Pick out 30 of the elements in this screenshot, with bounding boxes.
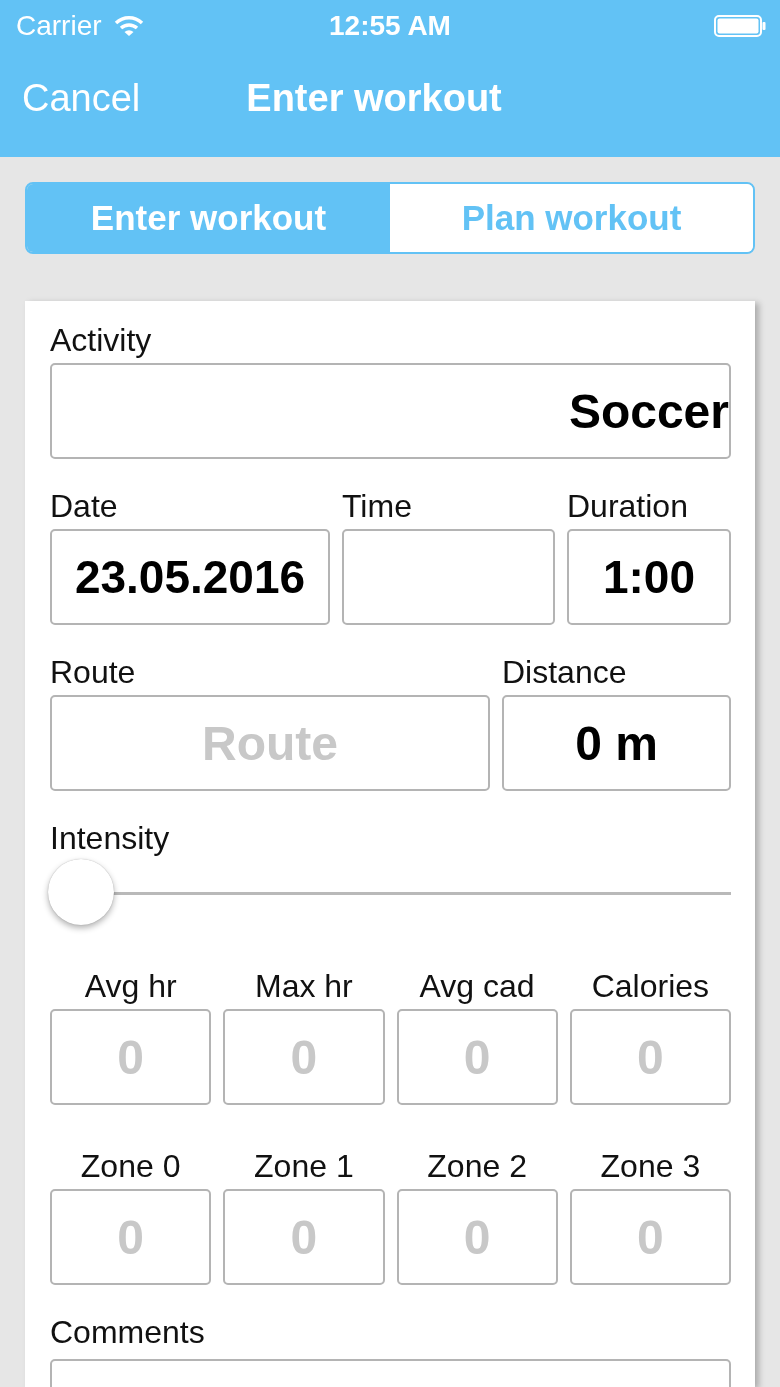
field-label: Max hr — [253, 967, 354, 1005]
input-field[interactable] — [342, 529, 555, 625]
field-label: Time — [342, 487, 413, 525]
field-label: Zone 2 — [426, 1147, 528, 1185]
field-label: Intensity — [50, 819, 171, 857]
cancel-button[interactable]: Cancel — [22, 77, 141, 120]
field-label: Duration — [567, 487, 689, 525]
segment-tab[interactable]: Plan workout — [390, 184, 753, 252]
field-label: Date — [50, 487, 119, 525]
input-field[interactable]: 23.05.2016 — [50, 529, 330, 625]
status-time: 12:55 AM — [328, 10, 452, 42]
field-label: Zone 1 — [253, 1147, 355, 1185]
wifi-icon — [113, 15, 144, 37]
segment-tab[interactable]: Enter workout — [27, 184, 390, 252]
battery-icon — [714, 15, 766, 37]
field-label: Zone 0 — [79, 1147, 182, 1185]
field-label: Activity — [50, 321, 153, 359]
field-label: Zone 3 — [599, 1147, 702, 1185]
field-label: Route — [50, 653, 137, 691]
carrier-name: Carrier — [16, 10, 102, 42]
screen-title: Enter workout — [246, 77, 502, 120]
intensity-slider[interactable] — [50, 861, 731, 925]
field-label: Distance — [502, 653, 628, 691]
field-label: Comments — [50, 1313, 206, 1351]
input-field[interactable]: 1:00 — [567, 529, 731, 625]
field-label: Calories — [590, 967, 711, 1005]
field-label: Avg hr — [83, 967, 178, 1005]
input-field[interactable]: 0 m — [502, 695, 731, 791]
input-field[interactable]: Soccer — [50, 363, 731, 459]
field-label: Avg cad — [418, 967, 536, 1005]
